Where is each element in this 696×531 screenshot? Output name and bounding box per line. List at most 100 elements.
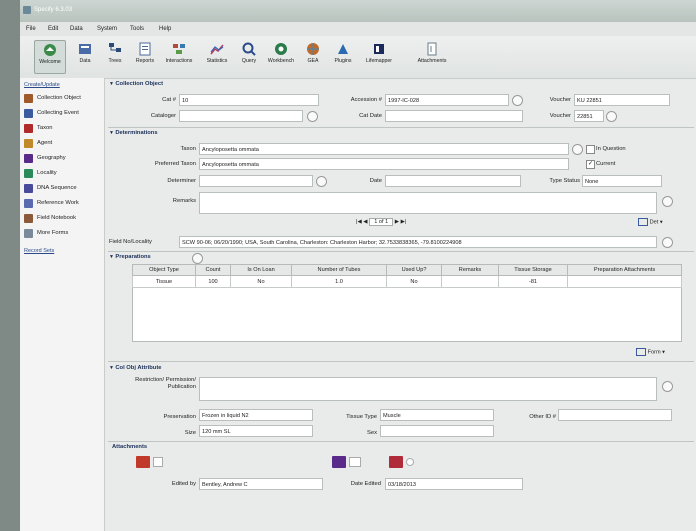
column-header[interactable]: Count	[195, 264, 231, 276]
toolbar-welcome-button[interactable]: Welcome	[34, 40, 66, 74]
toolbar-label: Trees	[108, 58, 122, 64]
det-button[interactable]: Det ▾	[638, 218, 663, 226]
column-header[interactable]: Remarks	[441, 264, 499, 276]
voucher2-field[interactable]: 22851	[574, 110, 604, 122]
cat-date-field[interactable]	[385, 110, 523, 122]
determiner-info-icon[interactable]	[316, 176, 327, 187]
field-locality-field[interactable]: SCW 90-06; 06/20/1990; USA, South Caroli…	[179, 236, 657, 248]
toolbar-trees-button[interactable]: Trees	[100, 40, 130, 72]
toolbar-reports-button[interactable]: Reports	[130, 40, 160, 72]
menu-help[interactable]: Help	[159, 26, 171, 32]
voucher-field[interactable]: KU 22851	[574, 94, 670, 106]
accession-info-icon[interactable]	[512, 95, 523, 106]
preferred-taxon-field[interactable]: Ancyloposetta ommata	[199, 158, 569, 170]
menu-tools[interactable]: Tools	[130, 26, 144, 32]
attachment-view-icon[interactable]	[349, 457, 361, 467]
menu-system[interactable]: System	[97, 26, 117, 32]
remarks-field[interactable]	[199, 192, 657, 214]
preferred-taxon-label: Preferred Taxon	[154, 161, 196, 167]
toolbar-data-button[interactable]: Data	[70, 40, 100, 72]
sidebar-item-more-forms[interactable]: More Forms	[24, 228, 102, 240]
section-col-obj-attribute[interactable]: Col Obj Attribute	[109, 365, 161, 371]
date-field[interactable]	[385, 175, 521, 187]
table-cell[interactable]: No	[230, 275, 292, 288]
section-preparations[interactable]: Preparations	[109, 254, 150, 260]
tissue-type-field[interactable]: Muscle	[380, 409, 494, 421]
table-row[interactable]: Tissue 100 No 1.0 No -81	[132, 275, 682, 288]
sidebar-item-collection-object[interactable]: Collection Object	[24, 93, 102, 105]
attachment-picture-icon[interactable]	[136, 456, 150, 468]
preservation-field[interactable]: Frozen in liquid N2	[199, 409, 313, 421]
cat-number-field[interactable]: 10	[179, 94, 319, 106]
table-cell[interactable]: 1.0	[291, 275, 387, 288]
table-cell[interactable]: 100	[195, 275, 231, 288]
sidebar-item-geography[interactable]: Geography	[24, 153, 102, 165]
column-header[interactable]: Used Up?	[386, 264, 442, 276]
taxon-info-icon[interactable]	[572, 144, 583, 155]
table-cell[interactable]	[441, 275, 499, 288]
menu-file[interactable]: File	[26, 26, 36, 32]
current-checkbox[interactable]: ✓	[586, 160, 595, 169]
column-header[interactable]: Object Type	[132, 264, 196, 276]
attachment-info-icon[interactable]	[406, 458, 414, 466]
cataloger-field[interactable]	[179, 110, 303, 122]
toolbar-label: Interactions	[165, 58, 193, 64]
type-status-field[interactable]: None	[582, 175, 662, 187]
sex-field[interactable]	[380, 425, 494, 437]
preparations-add-icon[interactable]	[192, 253, 203, 264]
column-header[interactable]: Number of Tubes	[291, 264, 387, 276]
sidebar-item-agent[interactable]: Agent	[24, 138, 102, 150]
dna-sequence-icon	[24, 184, 33, 193]
attachment-collection-icon[interactable]	[389, 456, 403, 468]
first-record-icon[interactable]: |◀ ◀	[356, 219, 368, 225]
toolbar-plugins-button[interactable]: Plugins	[328, 40, 358, 72]
section-collection-object[interactable]: Collection Object	[109, 81, 163, 87]
toolbar-lifemapper-button[interactable]: Lifemapper	[364, 40, 394, 72]
record-pager[interactable]: |◀ ◀ 1 of 1 ▶ ▶|	[356, 218, 406, 226]
toolbar-statistics-button[interactable]: Statistics	[202, 40, 232, 72]
column-header[interactable]: Tissue Storage	[498, 264, 568, 276]
collecting-event-icon	[24, 109, 33, 118]
menu-edit[interactable]: Edit	[48, 26, 58, 32]
size-field[interactable]: 120 mm SL	[199, 425, 313, 437]
sidebar-item-taxon[interactable]: Taxon	[24, 123, 102, 135]
sidebar-item-dna-sequence[interactable]: DNA Sequence	[24, 183, 102, 195]
sidebar-record-sets[interactable]: Record Sets	[24, 248, 54, 254]
toolbar-interactions-button[interactable]: Interactions	[164, 40, 194, 72]
in-question-checkbox[interactable]	[586, 145, 595, 154]
table-cell[interactable]: No	[386, 275, 442, 288]
toolbar-query-button[interactable]: Query	[234, 40, 264, 72]
voucher2-info-icon[interactable]	[606, 111, 617, 122]
table-cell[interactable]: Tissue	[132, 275, 196, 288]
sidebar-item-field-notebook[interactable]: Field Notebook	[24, 213, 102, 225]
sidebar-item-reference-work[interactable]: Reference Work	[24, 198, 102, 210]
toolbar-gea-button[interactable]: GEA	[298, 40, 328, 72]
attachment-document-icon[interactable]	[332, 456, 346, 468]
accession-field[interactable]: 1997-IC-028	[385, 94, 509, 106]
table-cell[interactable]: -81	[498, 275, 568, 288]
taxon-field[interactable]: Ancyloposetta ommata	[199, 143, 569, 155]
restriction-info-icon[interactable]	[662, 381, 673, 392]
column-header[interactable]: Is On Loan	[230, 264, 292, 276]
determiner-field[interactable]	[199, 175, 313, 187]
sidebar-header-create-update[interactable]: Create/Update	[24, 82, 60, 88]
column-header[interactable]: Preparation Attachments	[567, 264, 682, 276]
collection-object-icon	[24, 94, 33, 103]
toolbar-label: Query	[241, 58, 257, 64]
remarks-info-icon[interactable]	[662, 196, 673, 207]
preparations-form-button[interactable]: Form ▾	[636, 348, 665, 356]
restriction-field[interactable]	[199, 377, 657, 401]
sidebar-item-locality[interactable]: Locality	[24, 168, 102, 180]
menu-data[interactable]: Data	[70, 26, 83, 32]
sidebar-item-collecting-event[interactable]: Collecting Event	[24, 108, 102, 120]
toolbar-workbench-button[interactable]: Workbench	[266, 40, 296, 72]
field-locality-info-icon[interactable]	[662, 237, 673, 248]
attachment-add-icon[interactable]	[153, 457, 163, 467]
toolbar-attachments-button[interactable]: Attachments	[412, 40, 452, 72]
cataloger-info-icon[interactable]	[307, 111, 318, 122]
table-cell[interactable]	[567, 275, 682, 288]
sidebar-item-label: Locality	[37, 170, 57, 176]
section-determinations[interactable]: Determinations	[109, 130, 157, 136]
other-id-field[interactable]	[558, 409, 672, 421]
last-record-icon[interactable]: ▶ ▶|	[395, 219, 407, 225]
